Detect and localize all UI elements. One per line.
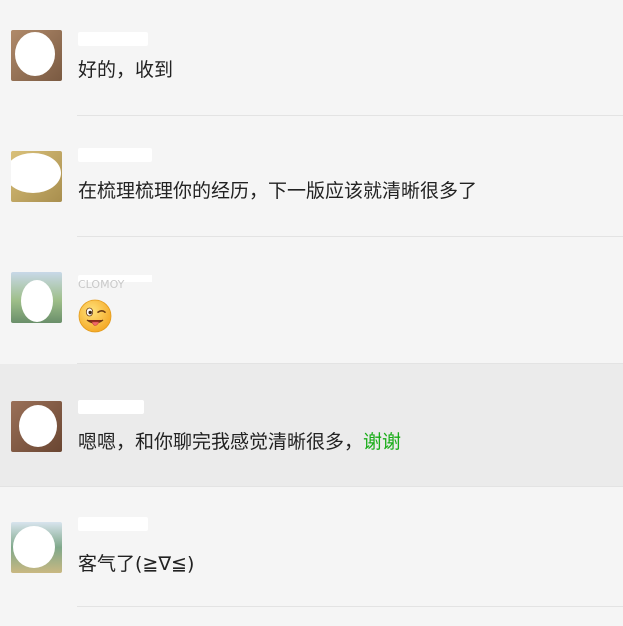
avatar[interactable]: [11, 522, 62, 573]
avatar[interactable]: [11, 30, 62, 81]
message-item[interactable]: 好的，收到: [0, 0, 623, 116]
message-divider: [77, 606, 623, 607]
avatar-mask: [21, 280, 53, 322]
message-text-main: 嗯嗯，和你聊完我感觉清晰很多，: [78, 431, 364, 453]
sender-name[interactable]: [78, 32, 148, 46]
avatar[interactable]: [11, 272, 62, 323]
avatar[interactable]: [11, 151, 62, 202]
winking-face-with-tongue-icon: [78, 299, 112, 333]
sender-name[interactable]: [78, 400, 144, 414]
sender-name[interactable]: [78, 148, 152, 162]
thanks-link[interactable]: 谢谢: [363, 431, 401, 453]
message-text: 客气了(≧∇≦): [78, 553, 195, 575]
avatar-mask: [11, 153, 61, 193]
message-item[interactable]: 客气了(≧∇≦): [0, 487, 623, 607]
message-item[interactable]: 嗯嗯，和你聊完我感觉清晰很多，谢谢: [0, 364, 623, 487]
avatar-mask: [19, 405, 57, 447]
sender-name-fragment: CLOMOY: [78, 278, 125, 289]
message-item[interactable]: CLOMOY: [0, 237, 623, 364]
sender-name[interactable]: [78, 517, 148, 531]
avatar-mask: [15, 32, 55, 76]
message-text: 好的，收到: [78, 59, 174, 81]
message-item[interactable]: 在梳理梳理你的经历，下一版应该就清晰很多了: [0, 116, 623, 237]
avatar[interactable]: [11, 401, 62, 452]
avatar-mask: [13, 526, 55, 568]
message-text: 嗯嗯，和你聊完我感觉清晰很多，谢谢: [78, 430, 401, 454]
message-text: 在梳理梳理你的经历，下一版应该就清晰很多了: [78, 180, 478, 202]
sender-name[interactable]: CLOMOY: [78, 275, 158, 289]
